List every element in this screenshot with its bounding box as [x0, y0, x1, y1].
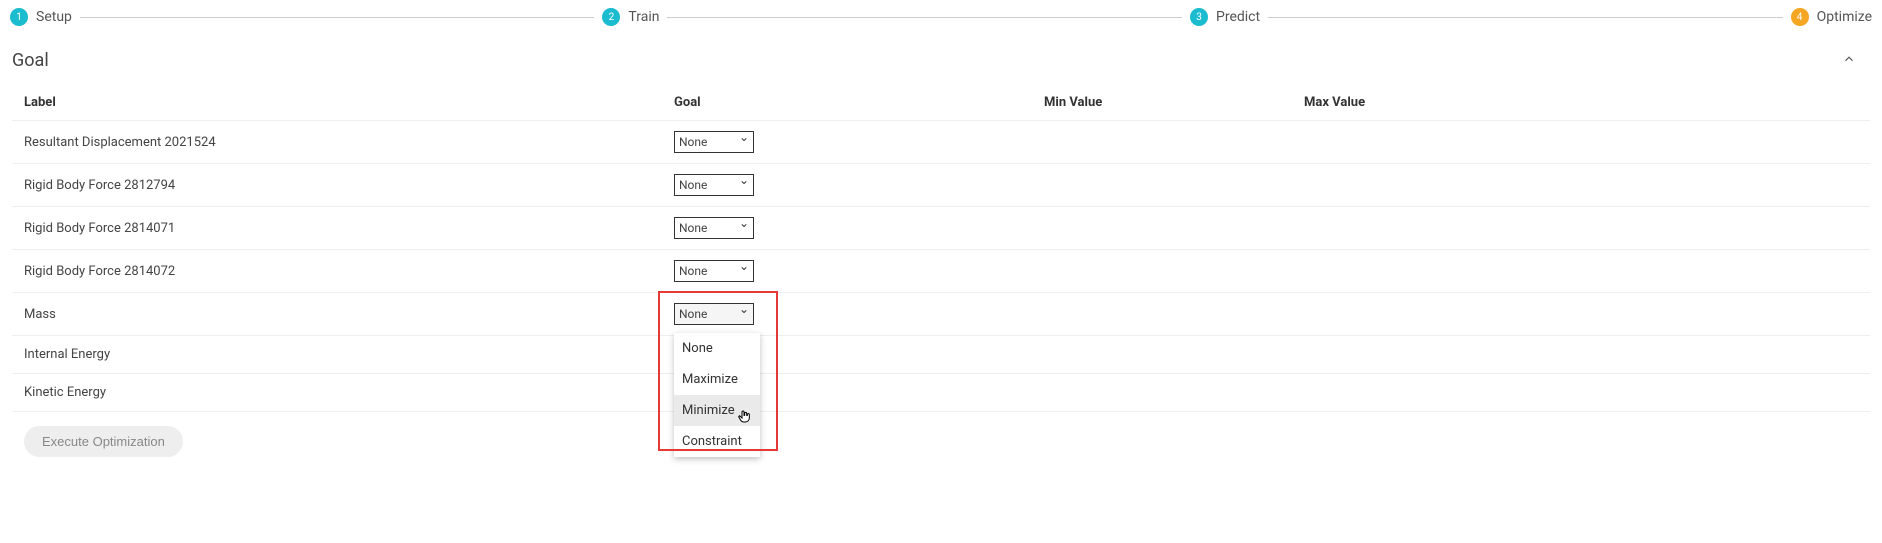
step-setup[interactable]: 1 Setup [10, 8, 72, 26]
row-label: Kinetic Energy [24, 385, 674, 400]
dropdown-option-minimize[interactable]: Minimize [674, 395, 760, 426]
step-line [1268, 17, 1783, 18]
goal-select-value: None [679, 264, 707, 278]
step-predict[interactable]: 3 Predict [1190, 8, 1260, 26]
chevron-up-icon [1842, 52, 1856, 66]
table-row: Internal Energy [12, 336, 1870, 374]
collapse-toggle[interactable] [1842, 52, 1870, 70]
row-label: Rigid Body Force 2812794 [24, 178, 674, 193]
row-goal-cell: None [674, 131, 1044, 153]
step-circle-4: 4 [1791, 8, 1809, 26]
row-label: Rigid Body Force 2814071 [24, 221, 674, 236]
goal-select[interactable]: None [674, 260, 754, 282]
row-goal-cell: None None Maximize Minimize Constraint [674, 303, 1044, 325]
dropdown-option-none[interactable]: None [674, 333, 760, 364]
goal-select[interactable]: None [674, 174, 754, 196]
col-header-label: Label [24, 95, 674, 110]
goal-select[interactable]: None [674, 131, 754, 153]
row-label: Internal Energy [24, 347, 674, 362]
step-line [80, 17, 595, 18]
section-title: Goal [12, 50, 49, 71]
row-label: Resultant Displacement 2021524 [24, 135, 674, 150]
row-goal-cell: None [674, 260, 1044, 282]
table-row: Rigid Body Force 2814072 None [12, 250, 1870, 293]
dropdown-option-constraint[interactable]: Constraint [674, 426, 760, 457]
goal-select-value: None [679, 221, 707, 235]
execute-optimization-button[interactable]: Execute Optimization [24, 426, 183, 457]
dropdown-option-maximize[interactable]: Maximize [674, 364, 760, 395]
section-header: Goal [12, 50, 1870, 71]
goal-select-value: None [679, 178, 707, 192]
step-label-predict: Predict [1216, 9, 1260, 25]
step-circle-1: 1 [10, 8, 28, 26]
goal-section: Goal Label Goal Min Value Max Value Resu… [0, 34, 1882, 461]
table-row: Resultant Displacement 2021524 None [12, 121, 1870, 164]
table-row: Rigid Body Force 2814071 None [12, 207, 1870, 250]
goal-table: Label Goal Min Value Max Value Resultant… [12, 85, 1870, 412]
stepper: 1 Setup 2 Train 3 Predict 4 Optimize [0, 0, 1882, 34]
table-row-mass: Mass None None Maximize Minimize Constra… [12, 293, 1870, 336]
col-header-max: Max Value [1304, 95, 1858, 110]
table-row: Rigid Body Force 2812794 None [12, 164, 1870, 207]
goal-dropdown: None Maximize Minimize Constraint [674, 333, 760, 457]
table-header: Label Goal Min Value Max Value [12, 85, 1870, 121]
step-line [667, 17, 1182, 18]
step-label-optimize: Optimize [1817, 9, 1872, 25]
step-optimize[interactable]: 4 Optimize [1791, 8, 1872, 26]
step-label-train: Train [628, 9, 659, 25]
goal-select-value: None [679, 135, 707, 149]
step-label-setup: Setup [36, 9, 72, 25]
row-label: Rigid Body Force 2814072 [24, 264, 674, 279]
goal-select[interactable]: None [674, 217, 754, 239]
goal-select-mass[interactable]: None [674, 303, 754, 325]
col-header-goal: Goal [674, 95, 1044, 110]
row-goal-cell: None [674, 174, 1044, 196]
col-header-min: Min Value [1044, 95, 1304, 110]
step-train[interactable]: 2 Train [602, 8, 659, 26]
table-row: Kinetic Energy [12, 374, 1870, 412]
row-goal-cell: None [674, 217, 1044, 239]
step-circle-2: 2 [602, 8, 620, 26]
step-circle-3: 3 [1190, 8, 1208, 26]
goal-select-value: None [679, 307, 707, 321]
row-label: Mass [24, 307, 674, 322]
